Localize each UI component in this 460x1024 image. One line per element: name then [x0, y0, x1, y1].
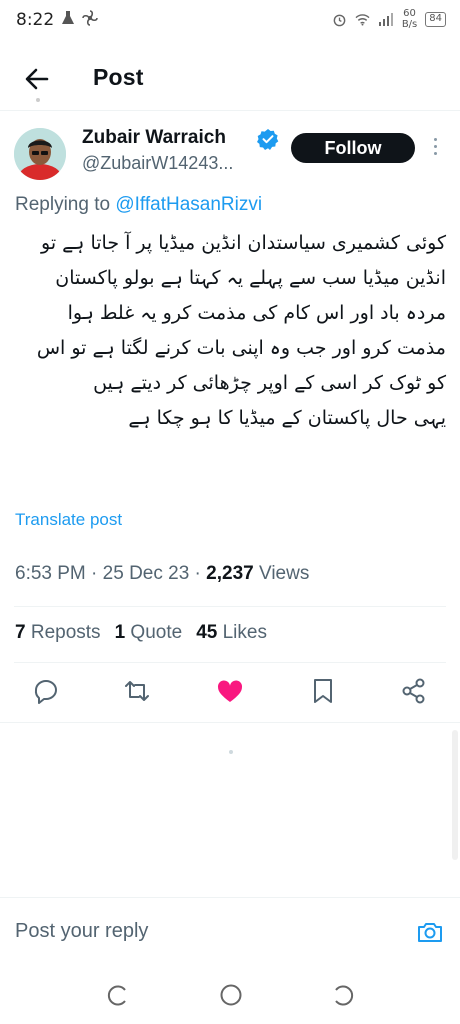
post-date: 25 Dec 23 [102, 563, 190, 584]
bookmark-icon [314, 679, 332, 703]
arrow-left-icon [25, 68, 49, 90]
camera-button[interactable] [416, 918, 444, 946]
recent-apps-icon [107, 985, 126, 1006]
heart-icon [217, 680, 243, 702]
verified-badge-icon [257, 129, 279, 150]
quotes-stat[interactable]: 1 Quote [115, 622, 183, 644]
replying-to-link[interactable]: @IffatHasanRizvi [115, 194, 262, 215]
bookmark-button[interactable] [308, 676, 338, 706]
author-handle[interactable]: @ZubairW14243... [82, 153, 233, 174]
battery-indicator: 84 [425, 11, 446, 27]
scrollbar[interactable] [452, 730, 458, 860]
likes-stat[interactable]: 45 Likes [196, 622, 267, 644]
replying-to: Replying to @IffatHasanRizvi [15, 194, 263, 215]
network-speed: 60 B/s [401, 8, 418, 30]
author-name[interactable]: Zubair Warraich [82, 127, 226, 149]
divider [14, 606, 446, 607]
reply-input[interactable] [15, 920, 395, 943]
share-button[interactable] [399, 676, 429, 706]
system-navigation-bar [0, 970, 460, 1024]
back-nav-button[interactable] [330, 982, 356, 1008]
post-actions [0, 676, 460, 710]
divider [14, 662, 446, 663]
page-title: Post [93, 64, 144, 90]
more-dots-icon [433, 138, 437, 141]
header-divider [0, 110, 460, 111]
status-time: 8:22 [16, 10, 55, 30]
flask-icon [62, 11, 74, 24]
top-app-bar: Post [0, 52, 460, 106]
repost-icon [125, 681, 149, 701]
reply-bubble-icon [34, 680, 57, 704]
home-circle-icon [220, 984, 242, 1006]
follow-button[interactable]: Follow [291, 133, 415, 163]
home-button[interactable] [218, 982, 244, 1008]
loading-indicator [229, 750, 233, 754]
divider [0, 722, 460, 723]
post-text: کوئی کشمیری سیاستدان انڈین میڈیا پر آ جا… [36, 232, 446, 429]
more-options-button[interactable] [430, 138, 440, 160]
translate-post-link[interactable]: Translate post [15, 510, 122, 530]
share-icon [402, 678, 425, 704]
status-bar: 8:22 60 B/s 84 [0, 0, 460, 44]
avatar-image [14, 128, 66, 180]
views-count: 2,237 [206, 563, 254, 584]
post-metadata: 6:53 PM · 25 Dec 23 · 2,237 Views [15, 563, 310, 584]
reposts-stat[interactable]: 7 Reposts [15, 622, 101, 644]
camera-icon [418, 923, 442, 942]
repost-button[interactable] [122, 676, 152, 706]
signal-icon [378, 12, 393, 26]
reply-composer [0, 897, 460, 967]
views-label: Views [259, 563, 310, 584]
post-time: 6:53 PM [15, 563, 86, 584]
back-nav-icon [335, 985, 354, 1006]
alarm-icon [333, 14, 346, 26]
like-button[interactable] [215, 676, 245, 706]
divider-dot [36, 98, 40, 102]
back-button[interactable] [22, 64, 52, 94]
reply-button[interactable] [31, 676, 61, 706]
recent-apps-button[interactable] [105, 982, 131, 1008]
engagement-stats: 7 Reposts 1 Quote 45 Likes [15, 622, 267, 644]
wifi-icon [355, 13, 370, 26]
fan-icon [82, 10, 98, 26]
avatar[interactable] [14, 128, 66, 180]
